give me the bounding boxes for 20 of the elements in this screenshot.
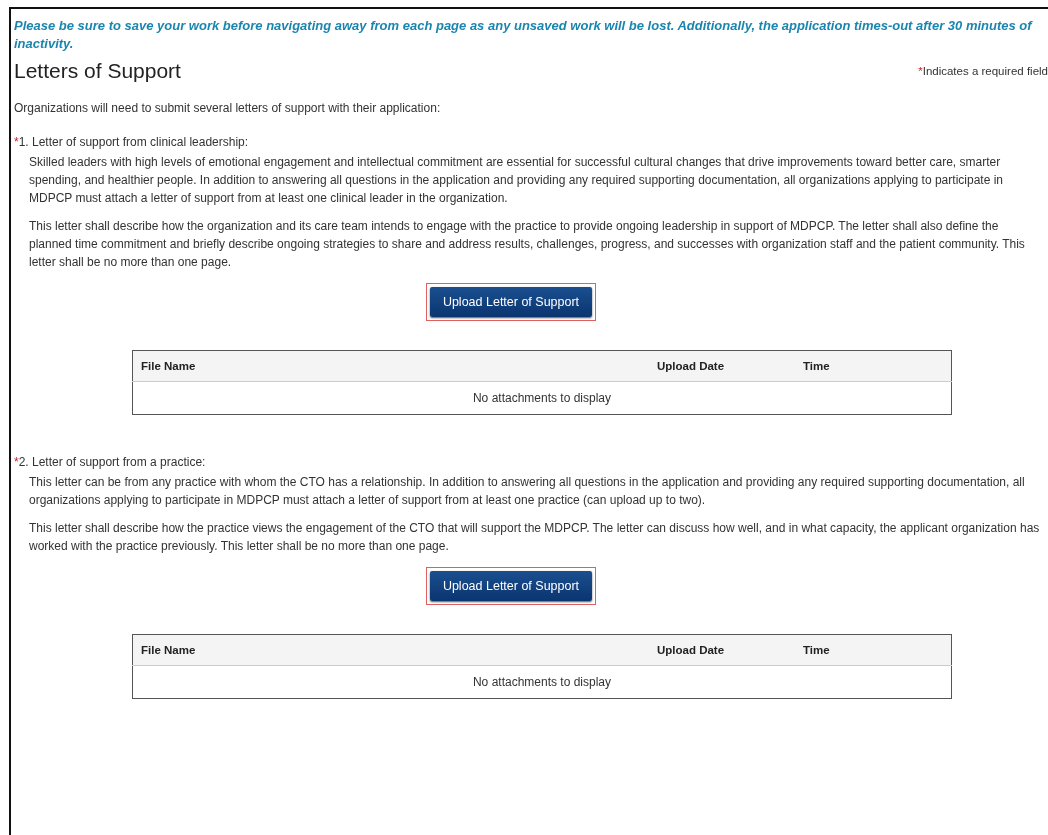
column-header: File Name [132,634,649,666]
save-notice: Please be sure to save your work before navigating away from each page as any unsaved work will be lost. Additionally, the application times-out after 30 minutes of inactivity. [14,17,1034,53]
question-label: *2. Letter of support from a practice: [14,455,207,469]
column-header: File Name [132,350,649,382]
paragraph: Skilled leaders with high levels of emotional engagement and intellectual commitment are essential for successful cultural changes that drive improvements toward better care, smarter spending, and healthier people. In addition to answering all questions in the application and providing any required supporting documentation, all organizations applying to participate in MDPCP must attach a letter of support from at least one clinical leader in the organization. [29,154,1004,207]
upload-button[interactable]: Upload Letter of Support [429,287,593,317]
empty-message: No attachments to display [132,381,952,415]
column-header: Upload Date [649,350,795,382]
paragraph: This letter shall describe how the organization and its care team intends to engage with the practice to provide ongoing leadership in support of MDPCP. The letter shall also define the planned time commitment and briefly describe ongoing strategies to share and address results, challenges, progress, and successes with organization staff and the patient community. This letter shall be no more than one page. [29,218,1026,271]
column-header: Time [795,350,952,382]
question-label: *1. Letter of support from clinical leadership: [14,135,250,149]
page-title: Letters of Support [14,59,181,83]
column-header: Time [795,634,952,666]
empty-message: No attachments to display [132,665,952,699]
upload-button[interactable]: Upload Letter of Support [429,571,593,601]
required-field-note: *Indicates a required field [918,65,1048,77]
paragraph: This letter shall describe how the practice views the engagement of the CTO that will support the MDPCP. The letter can discuss how well, and in what capacity, the applicant organization has worked with the practice previously. This letter shall be no more than one page. [29,520,1041,555]
intro-text: Organizations will need to submit several letters of support with their application: [14,101,442,115]
column-header: Upload Date [649,634,795,666]
paragraph: This letter can be from any practice with whom the CTO has a relationship. In addition to answering all questions in the application and providing any required supporting documentation, all organizations applying to participate in MDPCP must attach a letter of support from at least one practice (can upload up to two). [29,474,1026,509]
